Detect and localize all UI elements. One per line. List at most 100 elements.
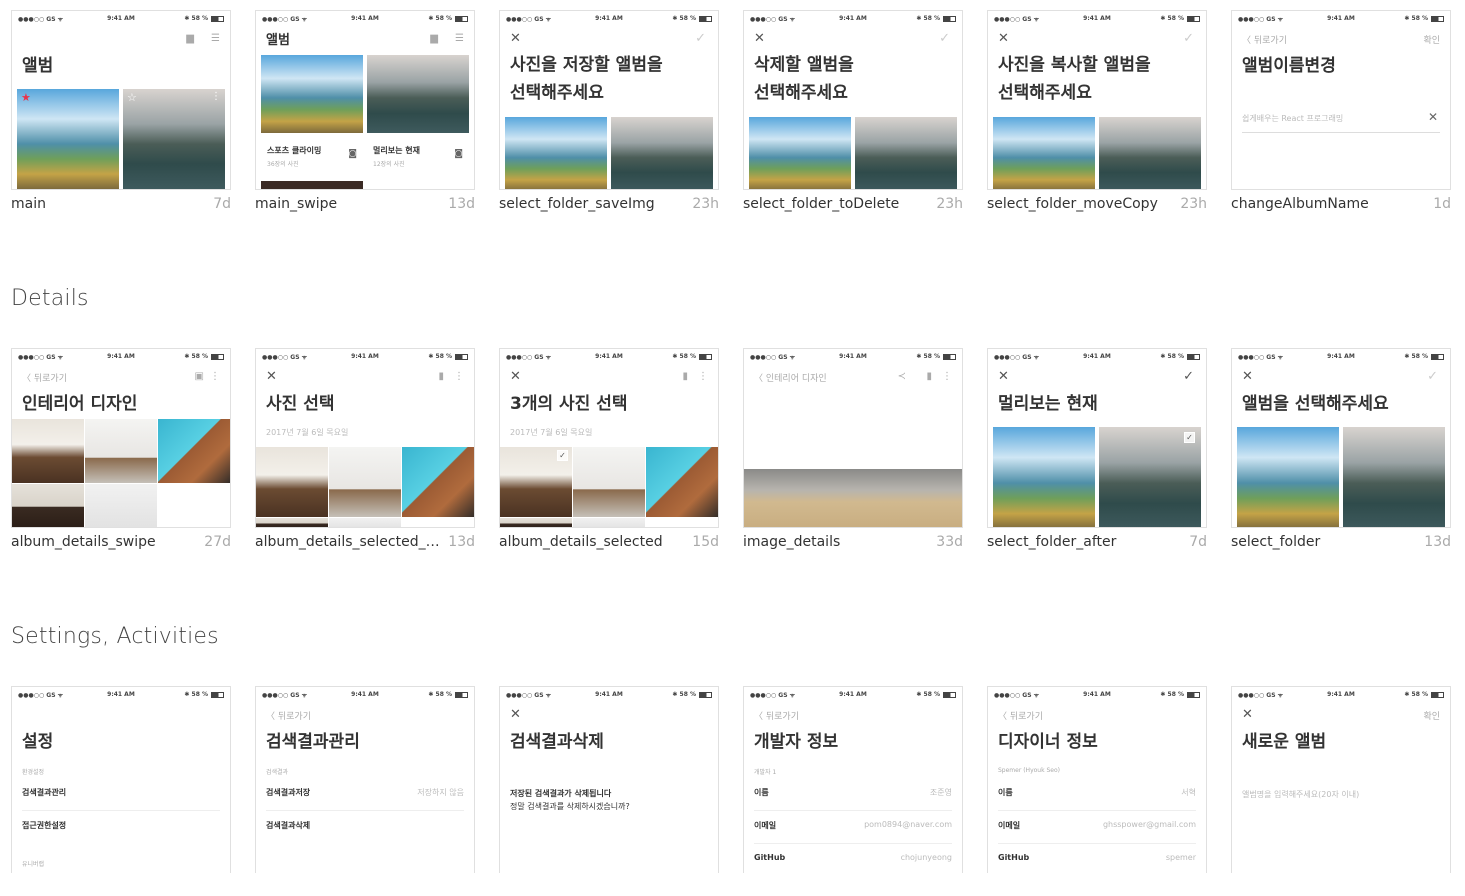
close-icon: ✕ (1242, 707, 1253, 722)
artboard-select-folder-saveimg[interactable]: ●●●○○ GS ᯤ 9:41 AM ✱ 58 % ✕ ✓ 사진을 저장할 앨범을 … (499, 10, 719, 226)
battery-text: ✱ 58 % (916, 15, 940, 22)
screen-title: 앨범 (266, 33, 290, 48)
artboard-album-details-swipe[interactable]: ●●●○○ GS ᯤ 9:41 AM ✱ 58 % 〈 뒤로가기 ▣ ⋮ 인테리어 … (11, 348, 231, 564)
confirm-message: 저장된 검색결과가 삭제됩니다 정말 검색결과를 삭제하시겠습니까? (510, 787, 630, 813)
artboard-name: main_swipe (255, 196, 338, 212)
artboard-row-details: ●●●○○ GS ᯤ 9:41 AM ✱ 58 % 〈 뒤로가기 ▣ ⋮ 인테리어 … (11, 348, 1461, 558)
info-row: 이름 조준영 (754, 779, 952, 811)
camera-icon: ◙ (348, 149, 357, 159)
artboard-designer-info[interactable]: ●●●○○ GS ᯤ 9:41 AM ✱ 58 % 〈 뒤로가기 디자이너 정보 S… (987, 686, 1207, 873)
artboard-name: select_folder (1231, 534, 1321, 550)
battery-icon (1187, 354, 1200, 360)
artboard-thumbnail: ●●●○○ GS ᯤ 9:41 AM ✱ 58 % 〈 뒤로가기 검색결과관리 검색… (255, 686, 475, 873)
album-cover (261, 181, 363, 189)
screen-title: 멀리보는 현재 (998, 394, 1098, 414)
photo (573, 518, 645, 527)
album-name-field: 쉽게배우는 React 프로그래밍 ✕ (1242, 109, 1440, 133)
screen-title: 새로운 앨범 (1242, 732, 1327, 752)
artboard-select-folder[interactable]: ●●●○○ GS ᯤ 9:41 AM ✱ 58 % ✕ ✓ 앨범을 선택해주세요 s… (1231, 348, 1451, 564)
more-icon: ⋮ (210, 371, 220, 382)
artboard-age: 23h (1180, 196, 1207, 212)
screen-title: 설정 (22, 732, 54, 752)
row-label: 검색결과삭제 (266, 821, 311, 830)
photo (402, 447, 474, 517)
artboard-select-folder-todelete[interactable]: ●●●○○ GS ᯤ 9:41 AM ✱ 58 % ✕ ✓ 삭제할 앨범을 선택해주… (743, 10, 963, 226)
row-label: 이메일 (754, 821, 777, 830)
artboard-change-album-name[interactable]: ●●●○○ GS ᯤ 9:41 AM ✱ 58 % 〈 뒤로가기 확인 앨범이름변경… (1231, 10, 1451, 226)
battery-icon (699, 692, 712, 698)
group-label: Spemer (Hyouk Seo) (998, 767, 1060, 774)
screen-title: 앨범을 선택해주세요 (1242, 394, 1389, 414)
artboard-age: 33d (936, 534, 963, 550)
battery-icon (699, 354, 712, 360)
screen-title: 앨범 (22, 56, 54, 76)
settings-row: 검색결과관리 (22, 779, 220, 811)
album-cover (505, 117, 607, 189)
info-row: GitHub spemer (998, 845, 1196, 873)
row-label: 이름 (754, 788, 769, 797)
confirm-link: 확인 (1423, 36, 1440, 46)
info-row: 이름 서혁 (998, 779, 1196, 811)
trash-icon: ▮ (438, 371, 444, 382)
artboard-search-result-delete[interactable]: ●●●○○ GS ᯤ 9:41 AM ✱ 58 % ✕ 검색결과삭제 저장된 검색결… (499, 686, 719, 873)
artboard-album-details-selected-before[interactable]: ●●●○○ GS ᯤ 9:41 AM ✱ 58 % ✕ ▮ ⋮ 사진 선택 2017… (255, 348, 475, 564)
photo (158, 419, 230, 483)
check-icon: ✓ (1183, 31, 1194, 46)
album-count: 12장의 사진 (373, 161, 405, 168)
add-photo-icon: ▣ (194, 371, 204, 382)
artboard-thumbnail: ●●●○○ GS ᯤ 9:41 AM ✱ 58 % ✕ ▮ ⋮ 3개의 사진 선택 … (499, 348, 719, 528)
battery-icon (1431, 692, 1444, 698)
status-bar: ●●●○○ GS ᯤ 9:41 AM ✱ 58 % (744, 349, 962, 363)
screen-title: 개발자 정보 (754, 732, 839, 752)
back-link: 〈 인테리어 디자인 (754, 374, 827, 384)
close-icon: ✕ (1242, 369, 1253, 384)
artboard-row-albums: ●●●○○ GS ᯤ 9:41 AM ✱ 58 % ▆ ☰ 앨범 ★ ☆ ⋮ main… (11, 10, 1461, 220)
check-icon: ✓ (1427, 369, 1438, 384)
photo (85, 484, 157, 527)
artboard-main[interactable]: ●●●○○ GS ᯤ 9:41 AM ✱ 58 % ▆ ☰ 앨범 ★ ☆ ⋮ main… (11, 10, 231, 226)
battery-icon (1431, 354, 1444, 360)
star-icon: ★ (21, 91, 31, 104)
date-label: 2017년 7월 6일 목요일 (266, 428, 349, 437)
artboard-select-folder-after[interactable]: ●●●○○ GS ᯤ 9:41 AM ✱ 58 % ✕ ✓ 멀리보는 현재 ✓ se… (987, 348, 1207, 564)
screen-title: 삭제할 앨범을 선택해주세요 (754, 55, 854, 103)
artboard-album-details-selected[interactable]: ●●●○○ GS ᯤ 9:41 AM ✱ 58 % ✕ ▮ ⋮ 3개의 사진 선택 … (499, 348, 719, 564)
artboard-search-result-manage[interactable]: ●●●○○ GS ᯤ 9:41 AM ✱ 58 % 〈 뒤로가기 검색결과관리 검색… (255, 686, 475, 873)
artboard-main-swipe[interactable]: ●●●○○ GS ᯤ 9:41 AM ✱ 58 % ▆ ☰ 앨범 스포츠 클라이밍 3… (255, 10, 475, 226)
artboard-age: 23h (692, 196, 719, 212)
album-name: 멀리보는 현재 (373, 146, 420, 155)
artboard-settings[interactable]: ●●●○○ GS ᯤ 9:41 AM ✱ 58 % 설정 환경설정 검색결과관리 접… (11, 686, 231, 873)
row-value: chojunyeong (900, 853, 952, 862)
section-title-details: Details (11, 286, 89, 311)
status-bar: ●●●○○ GS ᯤ 9:41 AM ✱ 58 % (500, 349, 718, 363)
artboard-developer-info[interactable]: ●●●○○ GS ᯤ 9:41 AM ✱ 58 % 〈 뒤로가기 개발자 정보 개발… (743, 686, 963, 873)
battery-icon (455, 16, 468, 22)
info-row: GitHub chojunyeong (754, 845, 952, 873)
close-icon: ✕ (754, 31, 765, 46)
status-bar: ●●●○○ GS ᯤ 9:41 AM ✱ 58 % (988, 687, 1206, 701)
sort-icon: ☰ (455, 33, 464, 44)
album-name: 스포츠 클라이밍 (267, 146, 322, 155)
artboard-new-album[interactable]: ●●●○○ GS ᯤ 9:41 AM ✱ 58 % ✕ 확인 새로운 앨범 앨범명을… (1231, 686, 1451, 873)
back-link: 〈 뒤로가기 (22, 374, 67, 384)
artboard-age: 13d (448, 196, 475, 212)
date-label: 2017년 7월 6일 목요일 (510, 428, 593, 437)
artboard-age: 15d (692, 534, 719, 550)
album-cover (993, 117, 1095, 189)
info-row: 이메일 ghsspower@gmail.com (998, 812, 1196, 844)
artboard-name: album_details_selected (499, 534, 663, 550)
row-label: 이름 (998, 788, 1013, 797)
settings-row: 검색결과삭제 (266, 812, 464, 844)
status-bar: ●●●○○ GS ᯤ 9:41 AM ✱ 58 % (1232, 11, 1450, 25)
battery-icon (211, 692, 224, 698)
close-icon: ✕ (266, 369, 277, 384)
artboard-thumbnail: ●●●○○ GS ᯤ 9:41 AM ✱ 58 % ✕ 검색결과삭제 저장된 검색결… (499, 686, 719, 873)
artboard-thumbnail: ●●●○○ GS ᯤ 9:41 AM ✱ 58 % ✕ ✓ 사진을 복사할 앨범을 … (987, 10, 1207, 190)
artboard-select-folder-movecopy[interactable]: ●●●○○ GS ᯤ 9:41 AM ✱ 58 % ✕ ✓ 사진을 복사할 앨범을 … (987, 10, 1207, 226)
status-bar: ●●●○○ GS ᯤ 9:41 AM ✱ 58 % (1232, 687, 1450, 701)
artboard-age: 13d (448, 534, 475, 550)
row-value: spemer (1165, 853, 1196, 862)
artboard-image-details[interactable]: ●●●○○ GS ᯤ 9:41 AM ✱ 58 % 〈 인테리어 디자인 ≺ ▮ ⋮… (743, 348, 963, 564)
selected-check-icon: ✓ (557, 450, 568, 461)
camera-icon: ◙ (454, 149, 463, 159)
